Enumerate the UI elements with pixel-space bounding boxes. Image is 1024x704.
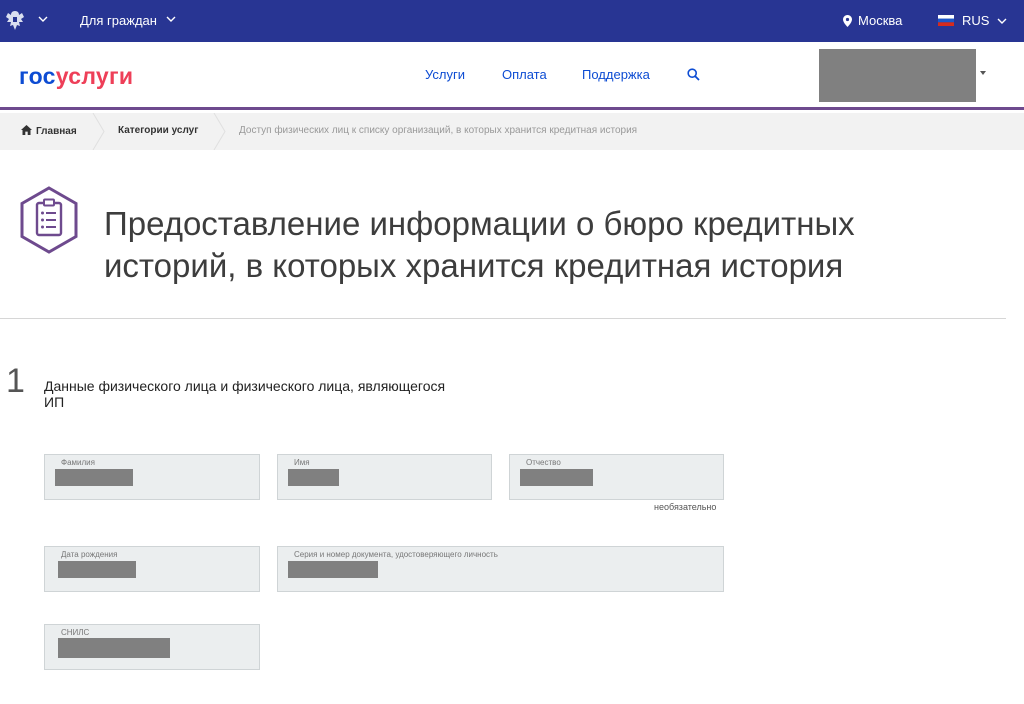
page-title-line-1: Предоставление информации о бюро кредитн…	[104, 205, 855, 242]
name-label: Имя	[294, 458, 310, 467]
document-field[interactable]: Серия и номер документа, удостоверяющего…	[277, 546, 724, 592]
location-pin-icon	[843, 14, 852, 27]
location-label: Москва	[858, 13, 903, 28]
russia-emblem-icon	[6, 11, 24, 30]
logo-part-1: гос	[19, 63, 56, 89]
optional-hint: необязательно	[654, 502, 717, 512]
logo-part-2: услуги	[55, 63, 134, 89]
snils-label: СНИЛС	[61, 628, 90, 637]
search-icon[interactable]	[687, 68, 700, 81]
step-title-line-2: ИП	[44, 394, 65, 410]
nav-support[interactable]: Поддержка	[582, 67, 650, 82]
breadcrumb-home-label: Главная	[36, 126, 77, 137]
language-selector[interactable]: RUS	[938, 13, 1007, 28]
language-label: RUS	[962, 13, 990, 28]
patronymic-value-redacted	[520, 469, 593, 486]
chevron-down-icon[interactable]	[166, 15, 176, 25]
step-title: Данные физического лица и физического ли…	[44, 378, 514, 410]
gosuslugi-logo[interactable]: госуслуги	[19, 63, 133, 90]
chevron-down-icon[interactable]	[38, 15, 48, 25]
birthdate-label: Дата рождения	[61, 550, 118, 559]
step-number: 1	[6, 362, 25, 400]
patronymic-field[interactable]: Отчество	[509, 454, 724, 500]
birthdate-field[interactable]: Дата рождения	[44, 546, 260, 592]
page-title: Предоставление информации о бюро кредитн…	[104, 203, 984, 287]
breadcrumb-categories[interactable]: Категории услуг	[118, 125, 198, 136]
name-value-redacted	[288, 469, 339, 486]
caret-down-icon[interactable]	[980, 71, 986, 75]
location-selector[interactable]: Москва	[843, 13, 902, 28]
home-icon	[21, 125, 32, 135]
surname-label: Фамилия	[61, 458, 95, 467]
breadcrumb-current: Доступ физических лиц к списку организац…	[239, 125, 638, 136]
surname-value-redacted	[55, 469, 133, 486]
page-title-line-2: историй, в которых хранится кредитная ис…	[104, 247, 844, 284]
breadcrumb: Главная Категории услуг Доступ физически…	[0, 113, 1024, 150]
snils-field[interactable]: СНИЛС	[44, 624, 260, 670]
nav-services[interactable]: Услуги	[425, 67, 465, 82]
patronymic-label: Отчество	[526, 458, 561, 467]
user-profile-redacted[interactable]	[819, 49, 976, 102]
site-header: госуслуги Услуги Оплата Поддержка	[0, 42, 1024, 110]
breadcrumb-separator	[213, 113, 226, 150]
surname-field[interactable]: Фамилия	[44, 454, 260, 500]
russia-flag-icon	[938, 15, 954, 26]
step-title-line-1: Данные физического лица и физического ли…	[44, 378, 446, 394]
breadcrumb-home[interactable]: Главная	[21, 125, 77, 137]
divider	[0, 318, 1006, 319]
name-field[interactable]: Имя	[277, 454, 492, 500]
snils-value-redacted	[58, 638, 170, 658]
top-bar: Для граждан Москва RUS	[0, 0, 1024, 42]
document-value-redacted	[288, 561, 378, 578]
citizens-menu[interactable]: Для граждан	[80, 13, 157, 28]
breadcrumb-separator	[92, 113, 105, 150]
nav-payment[interactable]: Оплата	[502, 67, 547, 82]
chevron-down-icon	[997, 18, 1007, 24]
birthdate-value-redacted	[58, 561, 136, 578]
service-form-icon	[20, 186, 78, 254]
document-label: Серия и номер документа, удостоверяющего…	[294, 550, 498, 559]
